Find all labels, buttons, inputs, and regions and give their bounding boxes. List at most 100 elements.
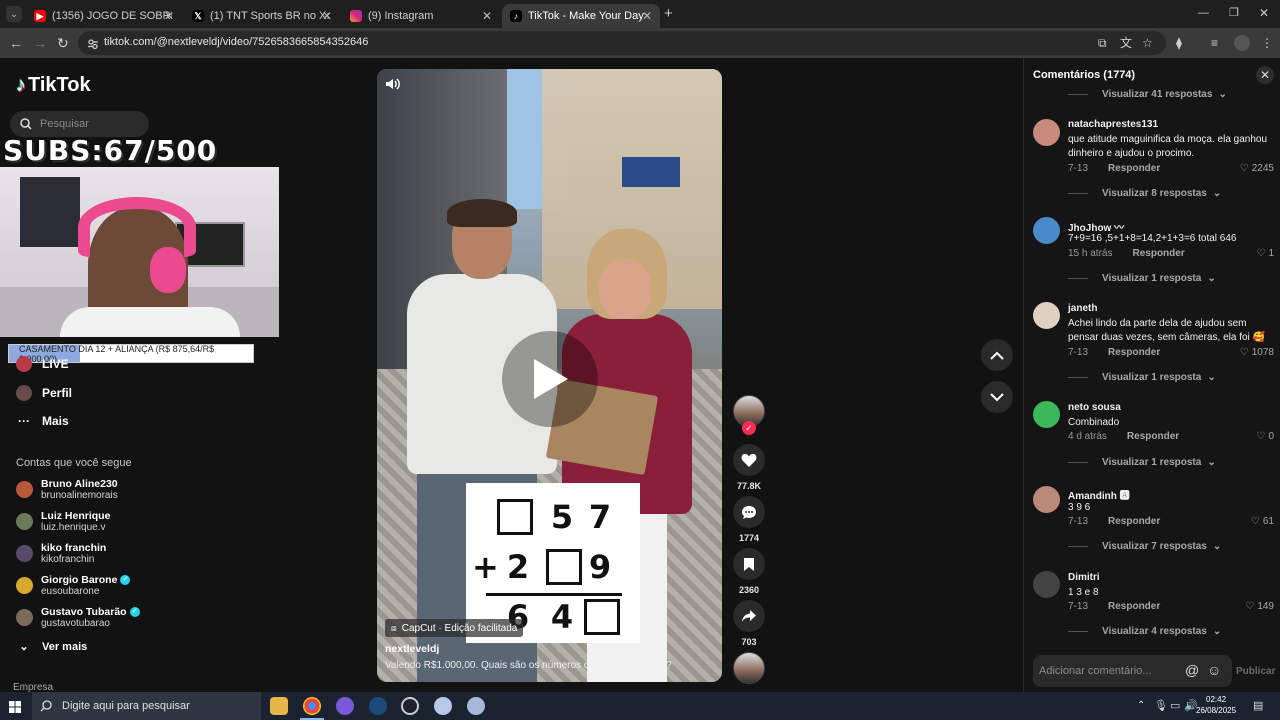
back-icon[interactable]: ← bbox=[9, 36, 23, 50]
commenter-name[interactable]: janeth bbox=[1068, 303, 1097, 314]
publish-button[interactable]: Publicar bbox=[1236, 666, 1275, 677]
view-replies-button[interactable]: Visualizar 1 resposta ⌄ bbox=[1068, 457, 1216, 468]
close-window-icon[interactable]: ✕ bbox=[1259, 6, 1269, 20]
comment-like-button[interactable]: ♡ 61 bbox=[1251, 516, 1274, 527]
next-video-button[interactable] bbox=[981, 381, 1013, 413]
capcut-badge[interactable]: ⧈ CapCut · Edição facilitada bbox=[385, 619, 524, 637]
follow-check-icon[interactable]: ✓ bbox=[742, 421, 756, 435]
tab-search-button[interactable]: ⌄ bbox=[6, 6, 22, 22]
view-replies-button[interactable]: Visualizar 4 respostas ⌄ bbox=[1068, 626, 1221, 637]
save-button[interactable]: 2360 bbox=[733, 548, 765, 595]
view-replies-button[interactable]: Visualizar 8 respostas ⌄ bbox=[1068, 188, 1221, 199]
menu-kebab-icon[interactable]: ⋮ bbox=[1261, 36, 1273, 50]
following-account[interactable]: Luiz Henrique luiz.henrique.v bbox=[16, 510, 110, 533]
tray-chevron-up-icon[interactable]: ⌃ bbox=[1137, 700, 1145, 711]
profile-avatar[interactable] bbox=[1234, 35, 1250, 51]
commenter-avatar[interactable] bbox=[1033, 486, 1060, 513]
nav-item-more[interactable]: ··· Mais bbox=[16, 414, 69, 428]
comment-like-button[interactable]: ♡ 149 bbox=[1245, 601, 1274, 612]
install-app-icon[interactable]: ⧉ bbox=[1098, 36, 1107, 50]
chevron-down-icon: ⌄ bbox=[1212, 188, 1222, 199]
following-account[interactable]: Giorgio Barone ✓ eusoubarone bbox=[16, 574, 131, 597]
app-icon[interactable] bbox=[467, 697, 485, 715]
share-button[interactable]: 703 bbox=[733, 600, 765, 647]
comment-like-button[interactable]: ♡ 0 bbox=[1256, 431, 1274, 442]
nav-item-live[interactable]: LIVE bbox=[16, 356, 69, 372]
restore-icon[interactable]: ❐ bbox=[1229, 6, 1239, 19]
view-replies-button[interactable]: Visualizar 1 resposta ⌄ bbox=[1068, 372, 1216, 383]
close-tab-icon[interactable]: ✕ bbox=[642, 9, 652, 23]
close-comments-icon[interactable]: ✕ bbox=[1256, 66, 1274, 84]
tab-instagram[interactable]: (9) Instagram ✕ bbox=[342, 4, 500, 28]
taskbar-search-input[interactable]: Digite aqui para pesquisar bbox=[32, 692, 261, 720]
following-account[interactable]: kiko franchin kikofranchin bbox=[16, 542, 106, 565]
site-info-icon[interactable] bbox=[87, 37, 99, 50]
new-tab-icon[interactable]: + bbox=[664, 6, 673, 21]
comment-like-button[interactable]: ♡ 2245 bbox=[1240, 163, 1274, 174]
reply-button[interactable]: Responder bbox=[1108, 601, 1160, 612]
reply-button[interactable]: Responder bbox=[1108, 516, 1160, 527]
comment-button[interactable]: 1774 bbox=[733, 496, 765, 543]
video-player[interactable]: 5 7 + 2 9 6 4 ⧈ CapCut · Edição facilita… bbox=[377, 69, 722, 682]
following-account[interactable]: Gustavo Tubarão ✓ gustavotubarao bbox=[16, 606, 140, 629]
reply-button[interactable]: Responder bbox=[1108, 347, 1160, 358]
file-explorer-icon[interactable] bbox=[270, 697, 288, 715]
taskbar-clock[interactable]: 02:42 26/08/2025 bbox=[1196, 694, 1236, 716]
reply-button[interactable]: Responder bbox=[1127, 431, 1179, 442]
commenter-avatar[interactable] bbox=[1033, 217, 1060, 244]
commenter-avatar[interactable] bbox=[1033, 119, 1060, 146]
commenter-name[interactable]: natachaprestes131 bbox=[1068, 119, 1158, 130]
commenter-avatar[interactable] bbox=[1033, 302, 1060, 329]
video-author[interactable]: nextleveldj bbox=[385, 643, 439, 655]
bookmark-star-icon[interactable]: ☆ bbox=[1142, 36, 1153, 50]
reload-icon[interactable]: ↻ bbox=[57, 36, 69, 50]
translate-icon[interactable]: 文 bbox=[1120, 36, 1132, 50]
view-replies-button[interactable]: Visualizar 7 respostas ⌄ bbox=[1068, 541, 1221, 552]
steam-icon[interactable] bbox=[369, 697, 387, 715]
play-button[interactable] bbox=[502, 331, 598, 427]
commenter-name[interactable]: Dimitri bbox=[1068, 572, 1100, 583]
commenter-name[interactable]: Amandinh 🅰 bbox=[1068, 487, 1130, 502]
app-icon[interactable] bbox=[434, 697, 452, 715]
view-replies-button[interactable]: Visualizar 1 resposta ⌄ bbox=[1068, 273, 1216, 284]
comment-like-button[interactable]: ♡ 1078 bbox=[1240, 347, 1274, 358]
view-replies-button[interactable]: Visualizar 41 respostas ⌄ bbox=[1068, 89, 1227, 100]
nav-item-profile[interactable]: Perfil bbox=[16, 385, 72, 401]
commenter-avatar[interactable] bbox=[1033, 401, 1060, 428]
following-account[interactable]: Bruno Aline230 brunoalinemorais bbox=[16, 478, 118, 501]
tab-x[interactable]: 𝕏 (1) TNT Sports BR no X: "CONV ✕ bbox=[184, 4, 340, 28]
reply-button[interactable]: Responder bbox=[1132, 248, 1184, 259]
previous-video-button[interactable] bbox=[981, 339, 1013, 371]
footer-company-link[interactable]: Empresa bbox=[13, 682, 53, 692]
tab-tiktok[interactable]: ♪ TikTok - Make Your Day ✕ bbox=[502, 4, 660, 28]
comment-input[interactable] bbox=[1039, 655, 1179, 687]
microphone-icon[interactable]: 🎙 bbox=[1154, 699, 1168, 712]
comment-like-button[interactable]: ♡ 1 bbox=[1256, 248, 1274, 259]
close-tab-icon[interactable]: ✕ bbox=[164, 9, 174, 23]
close-tab-icon[interactable]: ✕ bbox=[482, 9, 492, 23]
emoji-icon[interactable]: ☺ bbox=[1207, 663, 1221, 677]
obs-icon[interactable] bbox=[401, 697, 419, 715]
media-icon[interactable]: ≡ bbox=[1211, 36, 1218, 50]
volume-icon[interactable] bbox=[385, 77, 401, 96]
see-more-button[interactable]: ⌄ Ver mais bbox=[16, 640, 87, 654]
like-button[interactable]: 77.8K bbox=[733, 444, 765, 491]
author-avatar-button[interactable]: ✓ bbox=[733, 395, 765, 435]
network-icon[interactable]: ▭ bbox=[1170, 699, 1180, 712]
tab-youtube[interactable]: ▶ (1356) JOGO DE SOBREVIVÊNC ✕ bbox=[26, 4, 182, 28]
commenter-name[interactable]: neto sousa bbox=[1068, 402, 1121, 413]
reply-button[interactable]: Responder bbox=[1108, 163, 1160, 174]
forward-icon[interactable]: → bbox=[33, 36, 47, 50]
address-bar[interactable]: tiktok.com/@nextleveldj/video/7526583665… bbox=[78, 31, 1166, 55]
chrome-icon[interactable] bbox=[303, 697, 321, 715]
notifications-icon[interactable]: ▤ bbox=[1253, 699, 1263, 712]
close-tab-icon[interactable]: ✕ bbox=[322, 9, 332, 23]
discord-icon[interactable] bbox=[336, 697, 354, 715]
tiktok-logo[interactable]: ♪ TikTok bbox=[16, 74, 91, 97]
minimize-icon[interactable]: — bbox=[1198, 7, 1209, 19]
sound-avatar-button[interactable] bbox=[733, 652, 765, 684]
windows-start-icon[interactable] bbox=[9, 700, 21, 718]
commenter-avatar[interactable] bbox=[1033, 571, 1060, 598]
mention-icon[interactable]: @ bbox=[1185, 663, 1199, 677]
extensions-icon[interactable]: ⧫ bbox=[1176, 36, 1182, 50]
